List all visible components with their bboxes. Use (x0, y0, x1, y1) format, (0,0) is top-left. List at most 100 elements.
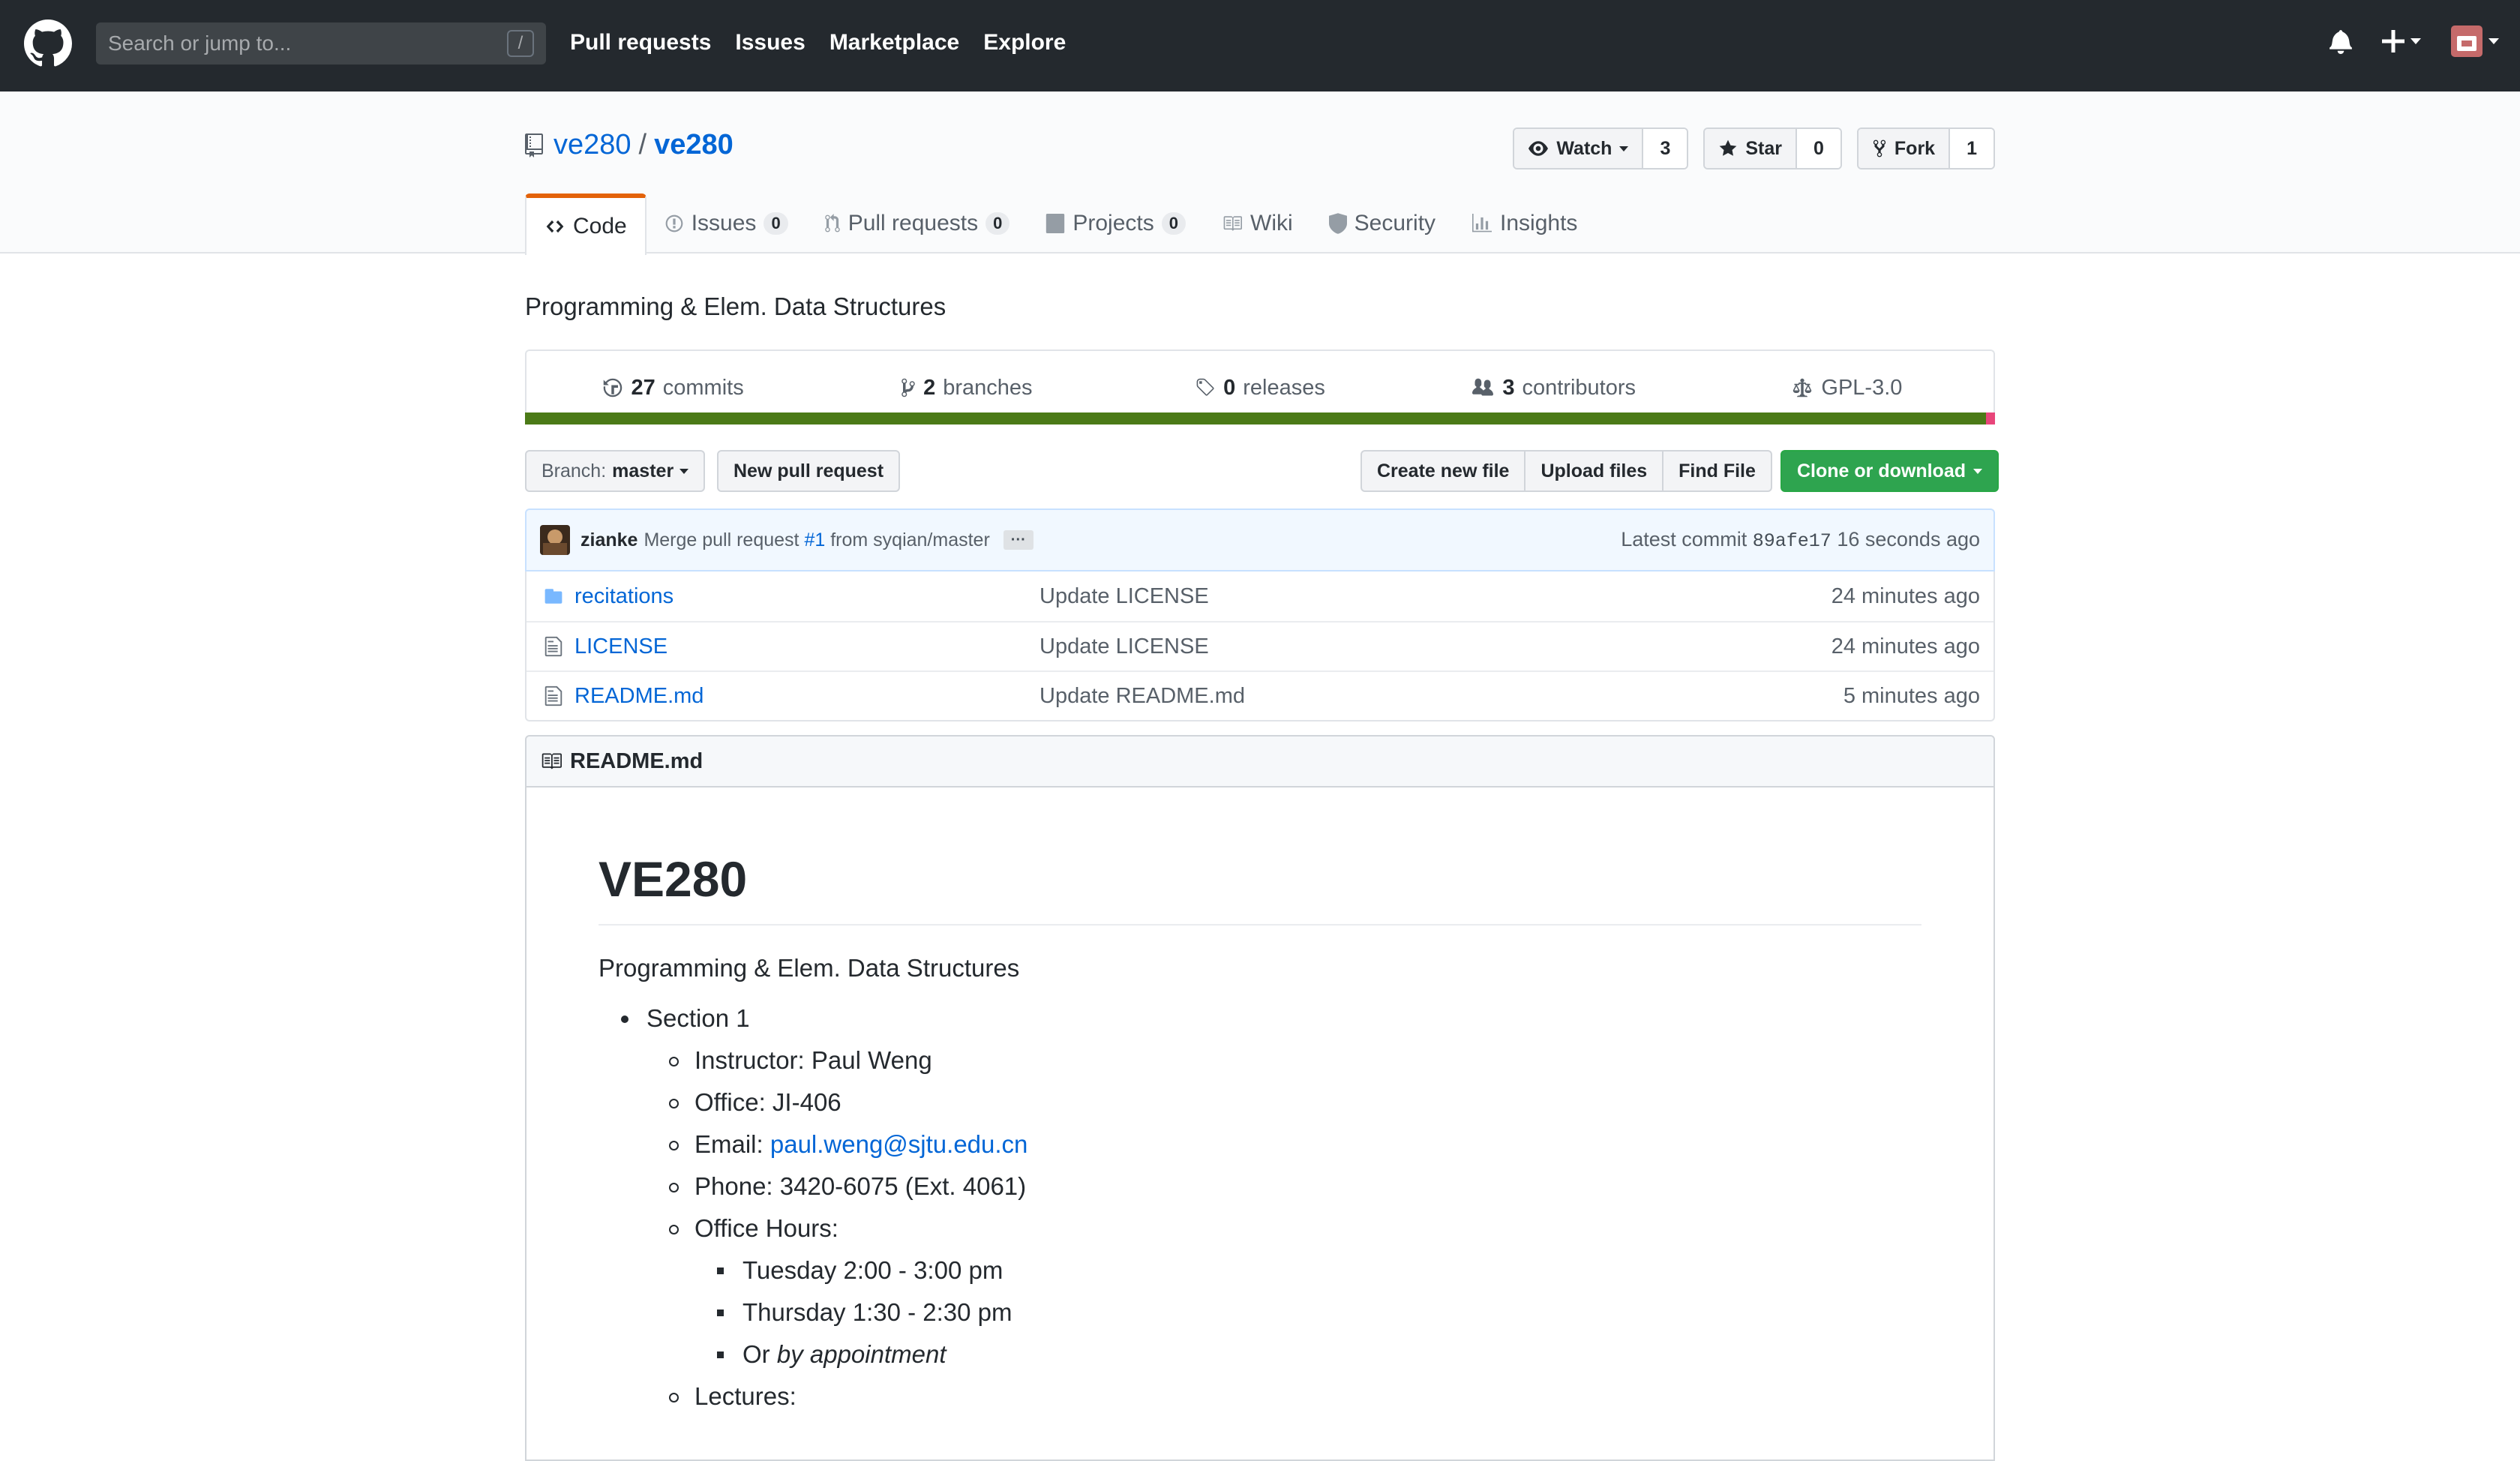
tab-wiki[interactable]: Wiki (1204, 194, 1311, 254)
create-new-file-button[interactable]: Create new file (1360, 450, 1526, 492)
list-item: Section 1 Instructor: Paul Weng Office: … (621, 998, 1922, 1418)
star-icon (1719, 140, 1737, 156)
file-name-link[interactable]: LICENSE (574, 634, 1040, 659)
repo-name-link[interactable]: ve280 (654, 129, 734, 161)
license-label: GPL-3.0 (1821, 375, 1903, 400)
upload-files-button[interactable]: Upload files (1524, 450, 1664, 492)
tab-issues-label: Issues (691, 211, 757, 236)
table-row: recitations Update LICENSE 24 minutes ag… (526, 572, 1994, 621)
file-commit-message-link[interactable]: Update LICENSE (1040, 634, 1832, 659)
git-branch-icon (902, 378, 915, 398)
user-menu-dropdown[interactable] (2451, 26, 2499, 57)
file-name-link[interactable]: README.md (574, 684, 1040, 709)
fork-count[interactable]: 1 (1950, 129, 1994, 168)
repo-actions: Watch 3 Star 0 Fork 1 (1513, 128, 1995, 170)
clone-or-download-button[interactable]: Clone or download (1780, 450, 1999, 492)
watch-label: Watch (1556, 137, 1612, 159)
commits-count: 27 (631, 375, 656, 400)
avatar (2451, 26, 2482, 57)
commit-sha-link[interactable]: 89afe17 (1753, 530, 1832, 552)
star-button[interactable]: Star (1705, 129, 1797, 168)
watch-button[interactable]: Watch (1514, 129, 1644, 168)
readme-filename: README.md (570, 748, 704, 773)
commits-label: commits (662, 375, 744, 400)
list-item: Instructor: Paul Weng (669, 1040, 1922, 1082)
bell-icon[interactable] (2330, 28, 2352, 54)
fork-button[interactable]: Fork (1858, 129, 1951, 168)
email-label: Email: (694, 1130, 764, 1158)
branch-select-button[interactable]: Branch: master (525, 450, 706, 492)
branches-label: branches (943, 375, 1033, 400)
nav-marketplace[interactable]: Marketplace (830, 30, 959, 56)
file-name-link[interactable]: recitations (574, 584, 1040, 609)
readme-header: README.md (525, 735, 1995, 788)
history-icon (604, 378, 622, 398)
language-bar[interactable] (525, 412, 1995, 424)
phone-text: Phone: 3420-6075 (Ext. 4061) (694, 1172, 1027, 1200)
tab-issues[interactable]: Issues 0 (646, 194, 806, 254)
lectures-label: Lectures: (694, 1382, 796, 1410)
tab-projects-label: Projects (1072, 211, 1154, 236)
nav-pull-requests[interactable]: Pull requests (570, 30, 711, 56)
chevron-down-icon (680, 468, 689, 474)
book-icon (1223, 216, 1242, 231)
tab-security-label: Security (1354, 211, 1436, 236)
new-pull-request-button[interactable]: New pull request (717, 450, 901, 492)
tab-projects[interactable]: Projects 0 (1028, 194, 1204, 254)
office-text: Office: JI-406 (694, 1088, 842, 1116)
pull-request-link[interactable]: #1 (804, 530, 825, 551)
language-segment-primary (525, 412, 1986, 424)
section-details-list: Instructor: Paul Weng Office: JI-406 Ema… (646, 1040, 1922, 1418)
watch-count[interactable]: 3 (1643, 129, 1688, 168)
list-item: Email: paul.weng@sjtu.edu.cn (669, 1124, 1922, 1166)
watch-button-group: Watch 3 (1513, 128, 1689, 170)
list-item: Tuesday 2:00 - 3:00 pm (717, 1250, 1922, 1292)
global-nav: Pull requests Issues Marketplace Explore (570, 30, 1066, 56)
fork-button-group: Fork 1 (1856, 128, 1995, 170)
office-hours-emphasis: by appointment (776, 1340, 946, 1368)
tab-security[interactable]: Security (1311, 194, 1454, 254)
commit-message-suffix[interactable]: from syqian/master (830, 530, 990, 551)
tab-pull-requests-label: Pull requests (848, 211, 979, 236)
chevron-down-icon (1619, 146, 1629, 152)
office-hours-label: Office Hours: (694, 1214, 838, 1242)
branches-count: 2 (923, 375, 936, 400)
readme-title: VE280 (598, 850, 1922, 926)
office-hours-list: Tuesday 2:00 - 3:00 pm Thursday 1:30 - 2… (694, 1250, 1922, 1376)
branch-prefix: Branch: (542, 460, 607, 482)
readme-list: Section 1 Instructor: Paul Weng Office: … (598, 998, 1922, 1418)
office-hours-prefix: Or (742, 1340, 770, 1368)
find-file-button[interactable]: Find File (1662, 450, 1772, 492)
file-commit-message-link[interactable]: Update README.md (1040, 684, 1844, 709)
nav-issues[interactable]: Issues (735, 30, 805, 56)
git-pull-request-icon (824, 214, 840, 232)
expand-commit-message-button[interactable]: ··· (1003, 530, 1034, 550)
chevron-down-icon (1973, 468, 1982, 474)
email-link[interactable]: paul.weng@sjtu.edu.cn (770, 1130, 1028, 1158)
tab-insights[interactable]: Insights (1454, 194, 1595, 254)
eye-icon (1528, 141, 1549, 156)
tab-insights-label: Insights (1500, 211, 1578, 236)
tab-pull-requests[interactable]: Pull requests 0 (806, 194, 1028, 254)
list-item: Office Hours: Tuesday 2:00 - 3:00 pm Thu… (669, 1208, 1922, 1376)
star-count[interactable]: 0 (1797, 129, 1840, 168)
commit-message-prefix[interactable]: Merge pull request (644, 530, 799, 551)
commit-author-link[interactable]: zianke (580, 530, 638, 551)
shield-icon (1328, 213, 1347, 234)
github-logo-icon[interactable] (24, 20, 72, 68)
create-new-dropdown[interactable] (2382, 30, 2421, 52)
global-header: Search or jump to... / Pull requests Iss… (0, 0, 2520, 92)
project-icon (1046, 214, 1065, 233)
avatar[interactable] (540, 525, 570, 555)
repo-owner-link[interactable]: ve280 (554, 129, 632, 161)
plus-icon (2382, 30, 2404, 52)
latest-commit-bar: zianke Merge pull request #1 from syqian… (525, 508, 1995, 572)
nav-explore[interactable]: Explore (983, 30, 1066, 56)
repo-nav-tabs: Code Issues 0 Pull requests 0 Projects 0 (525, 194, 1595, 255)
search-input[interactable]: Search or jump to... / (96, 22, 546, 64)
file-commit-message-link[interactable]: Update LICENSE (1040, 584, 1832, 609)
latest-commit-info: Latest commit 89afe17 16 seconds ago (1621, 528, 1980, 552)
tab-code[interactable]: Code (525, 194, 646, 255)
file-icon (532, 635, 574, 658)
chevron-down-icon (2488, 38, 2499, 44)
